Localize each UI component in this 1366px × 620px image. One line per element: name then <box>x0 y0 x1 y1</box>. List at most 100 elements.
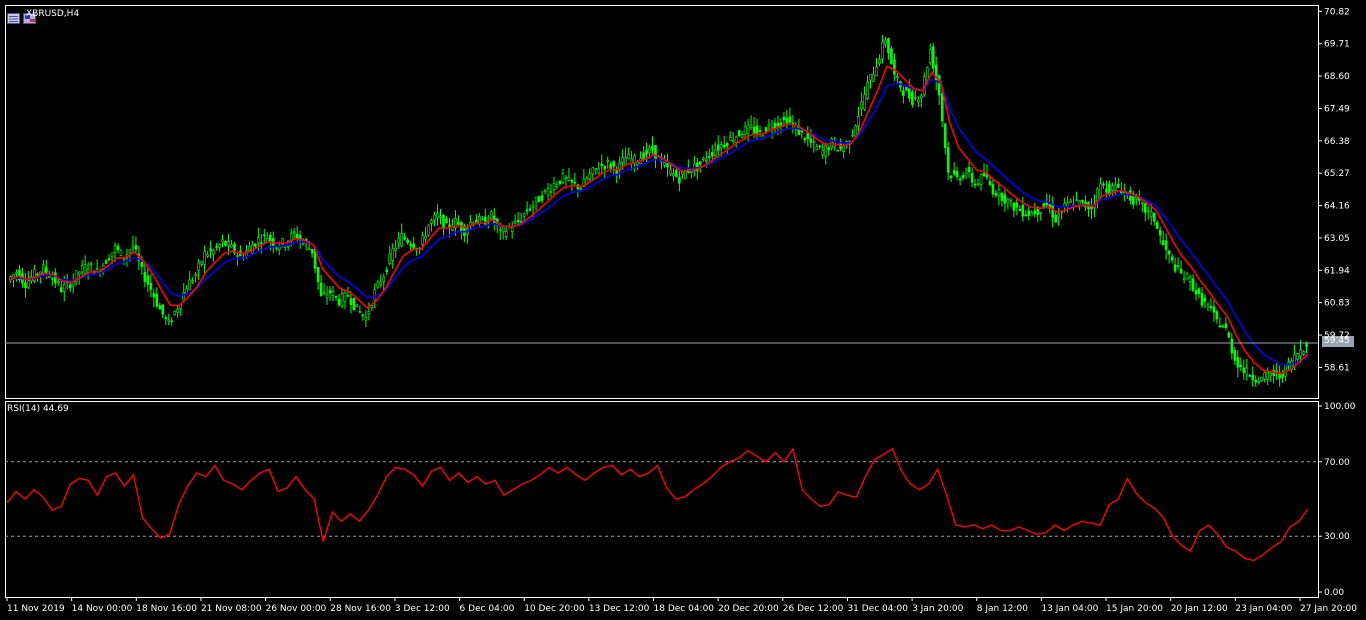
candle-body <box>397 238 401 244</box>
candle-body <box>836 149 839 152</box>
candle-body <box>633 155 636 164</box>
time-tick-label: 14 Nov 00:00 <box>72 604 133 614</box>
candle-body <box>513 221 517 224</box>
candle-body <box>863 94 866 110</box>
candle-body <box>564 177 568 180</box>
candle-body <box>782 116 786 120</box>
candle-body <box>1239 364 1243 367</box>
price-tick-label: 59.72 <box>1324 331 1350 341</box>
candle-body <box>1179 268 1183 274</box>
ma-fast-line <box>8 65 1309 375</box>
candle-body <box>916 99 920 103</box>
candle-body <box>1236 356 1240 368</box>
rsi-area[interactable] <box>5 447 1318 562</box>
candle-body <box>427 224 430 236</box>
candle-body <box>475 219 478 223</box>
candle-body <box>1266 372 1269 380</box>
candle-body <box>268 234 272 242</box>
candle-body <box>325 294 329 299</box>
chart-canvas[interactable]: 70.82 69.71 68.60 67.49 66.38 65.27 64.16 63.05… <box>0 0 1366 620</box>
candle-body <box>704 159 708 162</box>
time-tick-label: 27 Jan 20:00 <box>1300 604 1357 614</box>
candle-body <box>1284 364 1287 377</box>
candle-body <box>964 173 968 177</box>
candle-body <box>713 149 717 156</box>
time-tick-label: 13 Jan 04:00 <box>1041 604 1098 614</box>
time-tick-label: 3 Jan 20:00 <box>912 604 964 614</box>
candle-body <box>1024 214 1028 217</box>
candle-body <box>436 213 439 219</box>
candle-body <box>600 163 604 166</box>
candle-body <box>776 122 780 127</box>
candle-body <box>961 175 965 179</box>
candle-body <box>307 248 311 250</box>
candle-body <box>627 154 630 159</box>
candle-body <box>666 163 669 168</box>
candle-body <box>164 317 168 319</box>
candle-body <box>949 175 953 179</box>
price-tick-label: 60.83 <box>1324 299 1350 309</box>
candle-body <box>1182 277 1186 280</box>
chart-frames <box>5 5 1319 598</box>
time-tick-label: 15 Jan 20:00 <box>1106 604 1163 614</box>
price-tick-label: 58.61 <box>1324 363 1350 373</box>
candle-body <box>869 74 872 81</box>
candle-body <box>167 319 171 322</box>
candle-body <box>361 314 365 317</box>
candle-body <box>755 125 759 135</box>
time-tick-label: 6 Dec 04:00 <box>460 604 515 614</box>
candle-body <box>340 293 344 307</box>
candle-body <box>946 147 950 173</box>
candle-body <box>809 138 813 143</box>
candle-body <box>1015 202 1019 208</box>
time-tick-label: 20 Jan 12:00 <box>1171 604 1228 614</box>
candle-body <box>734 136 738 143</box>
candle-body <box>991 184 995 195</box>
price-tick-label: 64.16 <box>1324 202 1350 212</box>
time-tick-label: 3 Dec 12:00 <box>395 604 450 614</box>
candle-body <box>609 163 613 169</box>
time-tick-label: 26 Nov 00:00 <box>266 604 327 614</box>
candle-body <box>1012 202 1016 211</box>
candle-body <box>337 298 341 306</box>
candle-body <box>391 248 395 261</box>
candle-body <box>218 244 221 248</box>
candle-body <box>1075 199 1078 201</box>
candle-body <box>206 254 209 257</box>
candle-body <box>976 183 980 185</box>
candle-body <box>710 152 714 157</box>
time-tick-label: 20 Dec 20:00 <box>718 604 779 614</box>
candle-body <box>749 124 753 128</box>
candle-body <box>1242 367 1246 374</box>
candle-body <box>146 275 150 285</box>
candle-body <box>603 165 607 170</box>
candle-body <box>504 230 508 237</box>
candle-body <box>758 130 762 133</box>
candle-body <box>1003 194 1007 204</box>
price-tick-label: 61.94 <box>1324 266 1350 276</box>
candle-body <box>746 124 750 134</box>
price-frame <box>5 5 1319 399</box>
candle-body <box>42 264 45 274</box>
candle-body <box>1197 288 1201 294</box>
candle-body <box>56 281 60 283</box>
candle-body <box>815 146 819 150</box>
candle-body <box>319 282 323 296</box>
time-tick-label: 28 Nov 16:00 <box>330 604 391 614</box>
candle-body <box>1111 185 1114 191</box>
candle-body <box>884 39 887 45</box>
candle-body <box>561 173 565 183</box>
candle-body <box>203 251 206 265</box>
candle-body <box>958 178 962 181</box>
candle-body <box>1191 278 1195 291</box>
candle-body <box>669 169 672 174</box>
time-tick-label: 23 Jan 04:00 <box>1235 604 1292 614</box>
candle-body <box>621 157 624 163</box>
candle-body <box>549 191 553 193</box>
candle-body <box>80 265 84 273</box>
candle-body <box>292 231 296 234</box>
price-area[interactable] <box>5 35 1318 387</box>
candle-body <box>1054 214 1057 223</box>
candle-body <box>722 144 726 148</box>
candle-body <box>424 235 427 240</box>
